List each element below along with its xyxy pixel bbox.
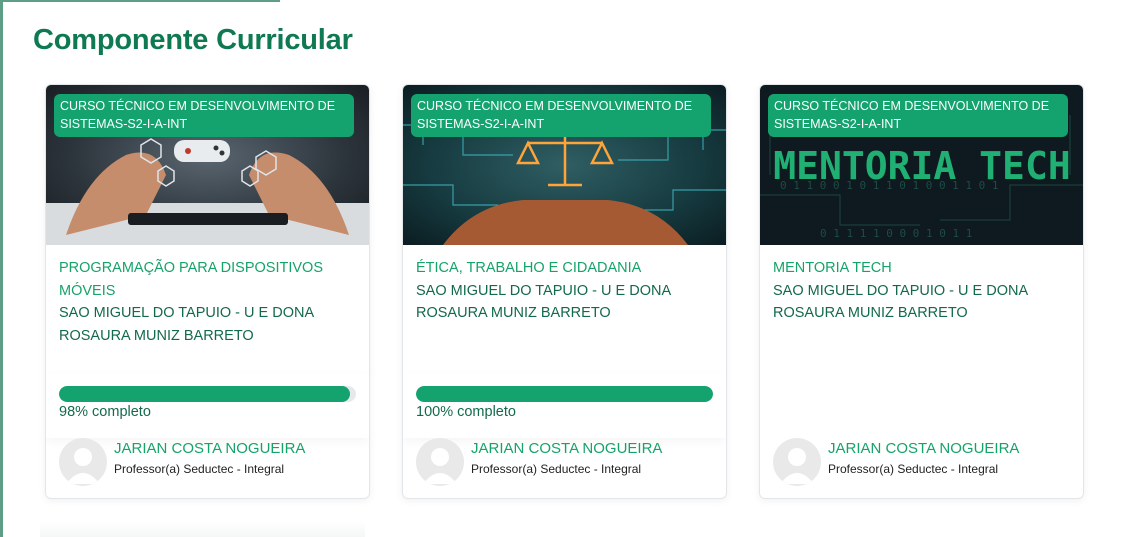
left-accent-rule	[0, 0, 3, 537]
teacher-info: JARIAN COSTA NOGUEIRA Professor(a) Seduc…	[773, 438, 1073, 488]
progress-section: 100% completo	[403, 374, 726, 438]
progress-label: 100% completo	[416, 404, 516, 420]
subject-name[interactable]: MENTORIA TECH	[773, 257, 1073, 280]
progress-section: 98% completo	[46, 374, 369, 438]
progress-bar-fill	[59, 386, 351, 402]
progress-bar-fill	[416, 386, 713, 402]
course-card-programacao[interactable]: CURSO TÉCNICO EM DESENVOLVIMENTO DE SIST…	[45, 84, 370, 499]
teacher-info: JARIAN COSTA NOGUEIRA Professor(a) Seduc…	[416, 438, 716, 488]
avatar	[59, 438, 107, 486]
course-card-mentoria[interactable]: 0 1 1 0 0 1 0 1 1 0 1 0 0 1 1 0 1 0 1 1 …	[759, 84, 1084, 499]
next-card-row-hint	[40, 522, 365, 537]
course-image-mentoria[interactable]: 0 1 1 0 0 1 0 1 1 0 1 0 0 1 1 0 1 0 1 1 …	[760, 85, 1083, 245]
course-badge: CURSO TÉCNICO EM DESENVOLVIMENTO DE SIST…	[768, 94, 1068, 137]
svg-text:0 1 1 1 1 0 0 0 1 0 1 1: 0 1 1 1 1 0 0 0 1 0 1 1	[820, 227, 972, 240]
teacher-role: Professor(a) Seductec - Integral	[471, 462, 642, 476]
subject-name[interactable]: ÉTICA, TRABALHO E CIDADANIA	[416, 257, 716, 280]
course-image-ethics[interactable]: CURSO TÉCNICO EM DESENVOLVIMENTO DE SIST…	[403, 85, 726, 245]
school-name: SAO MIGUEL DO TAPUIO - U E DONA ROSAURA …	[773, 282, 1028, 322]
avatar	[773, 438, 821, 486]
progress-label: 98% completo	[59, 404, 151, 420]
teacher-info: JARIAN COSTA NOGUEIRA Professor(a) Seduc…	[59, 438, 359, 488]
teacher-name: JARIAN COSTA NOGUEIRA	[828, 440, 1020, 457]
top-accent-rule	[0, 0, 280, 2]
course-card-etica[interactable]: CURSO TÉCNICO EM DESENVOLVIMENTO DE SIST…	[402, 84, 727, 499]
teacher-role: Professor(a) Seductec - Integral	[828, 462, 999, 476]
teacher-name: JARIAN COSTA NOGUEIRA	[114, 440, 306, 457]
page-title: Componente Curricular	[33, 24, 353, 56]
course-badge: CURSO TÉCNICO EM DESENVOLVIMENTO DE SIST…	[411, 94, 711, 137]
progress-bar	[59, 386, 356, 402]
school-name: SAO MIGUEL DO TAPUIO - U E DONA ROSAURA …	[59, 305, 314, 344]
banner-title: MENTORIA TECH	[773, 144, 1070, 188]
avatar	[416, 438, 464, 486]
course-image-mobile[interactable]: CURSO TÉCNICO EM DESENVOLVIMENTO DE SIST…	[46, 85, 369, 245]
teacher-role: Professor(a) Seductec - Integral	[114, 462, 285, 476]
subject-name[interactable]: PROGRAMAÇÃO PARA DISPOSITIVOS MÓVEIS	[59, 257, 359, 302]
progress-bar	[416, 386, 713, 402]
school-name: SAO MIGUEL DO TAPUIO - U E DONA ROSAURA …	[416, 282, 671, 322]
teacher-name: JARIAN COSTA NOGUEIRA	[471, 440, 663, 457]
course-badge: CURSO TÉCNICO EM DESENVOLVIMENTO DE SIST…	[54, 94, 354, 137]
